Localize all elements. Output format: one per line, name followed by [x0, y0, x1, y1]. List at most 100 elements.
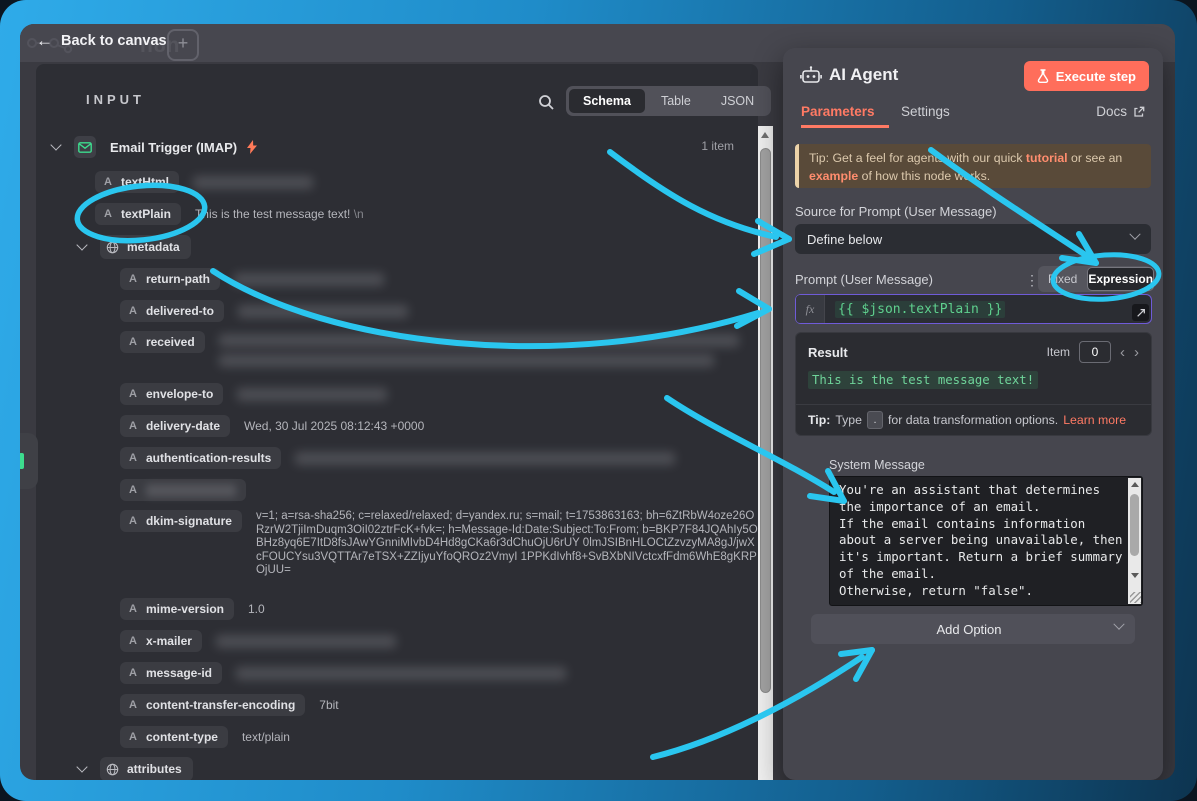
tree-row-root[interactable]: Email Trigger (IMAP) — [52, 135, 257, 159]
string-type-icon: A — [129, 731, 137, 743]
expression-code[interactable]: {{ $json.textPlain }} — [825, 295, 1015, 323]
object-type-icon — [106, 763, 119, 776]
tree-row-delivered-to: Adelivered-to — [120, 299, 408, 323]
string-type-icon: A — [129, 388, 137, 400]
item-count: 1 item — [701, 139, 734, 153]
field-pill[interactable]: Amessage-id — [120, 662, 222, 684]
learn-more-link[interactable]: Learn more — [1063, 413, 1126, 427]
tab-json[interactable]: JSON — [707, 89, 768, 113]
group-pill[interactable]: metadata — [100, 235, 191, 259]
prev-item-icon[interactable]: ‹ — [1120, 344, 1125, 361]
field-pill[interactable]: Aauthentication-results — [120, 447, 281, 469]
dot-keycap: . — [867, 411, 883, 429]
tab-parameters[interactable]: Parameters — [801, 104, 875, 119]
tree-row-envelope-to: Aenvelope-to — [120, 382, 387, 406]
chevron-down-icon — [1113, 619, 1124, 630]
field-pill[interactable]: A textPlain — [95, 203, 181, 225]
field-pill[interactable]: Adelivery-date — [120, 415, 230, 437]
chevron-down-icon[interactable] — [76, 239, 87, 250]
field-key: textHtml — [121, 175, 169, 189]
back-to-canvas-button[interactable]: ← Back to canvas — [36, 32, 167, 49]
field-pill[interactable]: Areturn-path — [120, 268, 220, 290]
marketing-frame: n8n ← Back to canvas + INPUT Schema Tabl… — [0, 0, 1197, 801]
system-message-textarea[interactable]: You're an assistant that determines the … — [829, 476, 1143, 606]
add-option-button[interactable]: Add Option — [811, 614, 1135, 644]
add-node-button[interactable]: + — [167, 29, 199, 61]
chevron-down-icon[interactable] — [50, 139, 61, 150]
redacted-value — [234, 273, 384, 286]
field-pill[interactable]: Adkim-signature — [120, 510, 242, 532]
dialog-title: AI Agent — [829, 65, 898, 85]
scroll-up-arrow-icon[interactable] — [761, 132, 769, 138]
collapsed-node-stub[interactable] — [20, 433, 38, 489]
field-pill[interactable]: A textHtml — [95, 171, 179, 193]
field-key: delivery-date — [146, 419, 220, 433]
tree-row-redacted-key: A — [120, 478, 246, 502]
expression-tip-bar: Tip:Type . for data transformation optio… — [796, 404, 1151, 435]
string-type-icon: A — [129, 635, 137, 647]
resize-handle[interactable] — [1130, 592, 1141, 603]
execute-step-button[interactable]: Execute step — [1024, 61, 1149, 91]
external-link-icon — [1133, 106, 1145, 118]
field-key: envelope-to — [146, 387, 213, 401]
result-header: Result Item 0 ‹ › — [796, 333, 1151, 363]
field-key: content-transfer-encoding — [146, 698, 295, 712]
prompt-label: Prompt (User Message) — [795, 272, 933, 287]
tree-row-received: Areceived — [120, 331, 739, 355]
field-pill[interactable]: Areceived — [120, 331, 205, 353]
tab-settings[interactable]: Settings — [901, 104, 950, 119]
field-pill[interactable]: Acontent-transfer-encoding — [120, 694, 305, 716]
source-for-prompt-select[interactable]: Define below — [795, 224, 1151, 254]
tab-table[interactable]: Table — [647, 89, 705, 113]
textarea-scrollbar[interactable] — [1128, 478, 1141, 604]
toggle-expression[interactable]: Expression — [1087, 267, 1154, 291]
field-pill[interactable]: Amime-version — [120, 598, 234, 620]
field-value: This is the test message text! \n — [195, 207, 364, 221]
docs-link[interactable]: Docs — [1096, 104, 1145, 119]
string-type-icon: A — [104, 208, 112, 220]
vertical-scrollbar[interactable] — [758, 126, 773, 780]
execute-step-label: Execute step — [1056, 69, 1136, 84]
email-trigger-node-icon — [74, 136, 96, 158]
field-pill[interactable]: Adelivered-to — [120, 300, 224, 322]
chevron-down-icon[interactable] — [76, 761, 87, 772]
next-item-icon[interactable]: › — [1134, 344, 1139, 361]
kebab-menu-icon[interactable]: ⋮ — [1025, 272, 1039, 289]
scrollbar-thumb[interactable] — [1130, 494, 1139, 556]
field-pill[interactable]: Acontent-type — [120, 726, 228, 748]
scroll-down-arrow-icon[interactable] — [1131, 573, 1139, 578]
active-tab-underline — [801, 125, 889, 128]
scrollbar-thumb[interactable] — [760, 148, 771, 693]
field-value: Wed, 30 Jul 2025 08:12:43 +0000 — [244, 419, 424, 433]
field-pill[interactable]: Aenvelope-to — [120, 383, 223, 405]
field-value: text/plain — [242, 730, 290, 744]
tree-row-texthtml: A textHtml — [95, 170, 313, 194]
result-value: This is the test message text! — [808, 371, 1038, 389]
toggle-fixed[interactable]: Fixed — [1038, 272, 1085, 286]
field-value: 7bit — [319, 698, 338, 712]
prompt-expression-input[interactable]: fx {{ $json.textPlain }} — [795, 294, 1152, 324]
fixed-expression-toggle: Fixed Expression — [1038, 266, 1152, 292]
field-pill[interactable]: Ax-mailer — [120, 630, 202, 652]
input-panel: INPUT Schema Table JSON 1 item Email Tri… — [36, 64, 758, 780]
string-type-icon: A — [129, 336, 137, 348]
redacted-value — [216, 635, 396, 648]
item-index-box[interactable]: 0 — [1079, 341, 1111, 363]
field-key: dkim-signature — [146, 514, 232, 528]
tab-schema[interactable]: Schema — [569, 89, 645, 113]
tree-row-metadata: metadata — [78, 235, 191, 259]
string-type-icon: A — [129, 484, 137, 496]
group-pill[interactable]: attributes — [100, 757, 193, 780]
group-key: attributes — [127, 762, 182, 776]
scroll-up-arrow-icon[interactable] — [1131, 482, 1139, 487]
example-link[interactable]: example — [809, 169, 858, 183]
back-label: Back to canvas — [61, 33, 167, 49]
field-key: textPlain — [121, 207, 171, 221]
display-mode-tabs: Schema Table JSON — [566, 86, 771, 116]
field-key: delivered-to — [146, 304, 214, 318]
search-icon[interactable] — [538, 94, 555, 116]
tutorial-link[interactable]: tutorial — [1026, 151, 1068, 165]
system-message-text: You're an assistant that determines the … — [839, 482, 1124, 600]
field-pill[interactable]: A — [120, 479, 246, 501]
expand-expression-icon[interactable] — [1132, 304, 1149, 321]
